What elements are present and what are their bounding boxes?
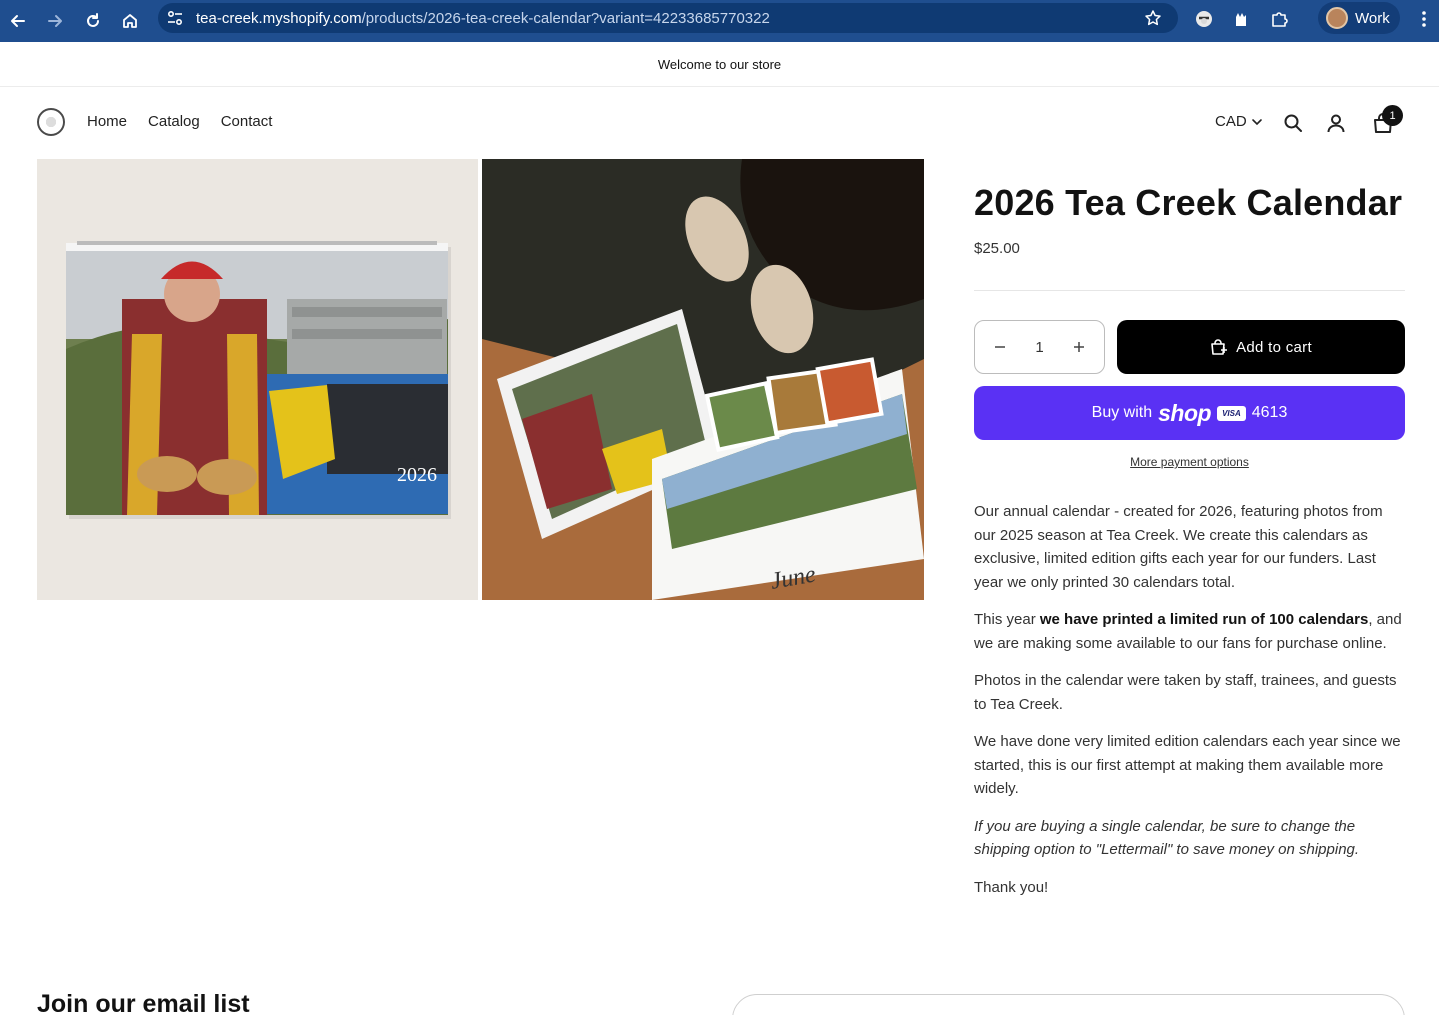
extensions-puzzle-icon[interactable] <box>1268 8 1290 30</box>
more-menu-icon[interactable] <box>1416 8 1432 30</box>
card-last4: 4613 <box>1251 404 1288 421</box>
add-to-cart-button[interactable]: Add to cart <box>1117 320 1405 374</box>
quantity-stepper[interactable]: 1 <box>974 320 1105 374</box>
chevron-down-icon <box>1251 118 1262 125</box>
description-paragraph-2: This year we have printed a limited run … <box>974 608 1406 655</box>
description-paragraph-5: If you are buying a single calendar, be … <box>974 815 1406 862</box>
description-paragraph-6: Thank you! <box>974 878 1049 896</box>
address-bar[interactable]: tea-creek.myshopify.com/products/2026-te… <box>158 3 1178 33</box>
nav-contact[interactable]: Contact <box>221 113 273 130</box>
image-year-label: 2026 <box>397 464 437 486</box>
browser-toolbar: tea-creek.myshopify.com/products/2026-te… <box>0 0 1439 42</box>
shipping-note: If you are buying a single calendar, be … <box>974 817 1360 859</box>
currency-selector[interactable]: CAD <box>1215 113 1263 130</box>
search-icon[interactable] <box>1283 113 1305 135</box>
main-nav: Home Catalog Contact <box>87 113 272 130</box>
add-to-cart-label: Add to cart <box>1236 338 1312 356</box>
quantity-decrease-button[interactable] <box>993 337 1007 358</box>
visa-card-icon: VISA <box>1217 405 1246 421</box>
nav-catalog[interactable]: Catalog <box>148 113 200 130</box>
home-icon[interactable] <box>118 9 142 33</box>
email-field[interactable] <box>732 994 1405 1015</box>
announcement-bar: Welcome to our store <box>0 42 1439 87</box>
shop-pay-logo: shop <box>1158 399 1212 426</box>
url-text[interactable]: tea-creek.myshopify.com/products/2026-te… <box>196 10 770 27</box>
store-logo[interactable] <box>37 108 65 136</box>
reload-icon[interactable] <box>81 9 105 33</box>
currency-label: CAD <box>1215 113 1247 130</box>
site-settings-icon[interactable] <box>166 10 184 26</box>
email-list-heading: Join our email list <box>37 990 250 1015</box>
profile-name: Work <box>1355 9 1390 27</box>
minus-icon <box>995 345 1005 348</box>
divider <box>974 290 1405 291</box>
avatar <box>1326 7 1348 29</box>
profile-button[interactable]: Work <box>1318 2 1400 34</box>
quantity-value[interactable]: 1 <box>1035 339 1043 356</box>
forward-arrow-icon[interactable] <box>43 9 67 33</box>
extension-icon[interactable] <box>1193 8 1215 30</box>
plus-icon <box>1074 341 1084 352</box>
cart-plus-icon <box>1211 339 1228 355</box>
extension-puzzle-glove-icon[interactable] <box>1230 8 1252 30</box>
description-p2-pre: This year <box>974 611 1040 628</box>
buy-with-label: Buy with <box>1091 404 1153 421</box>
more-payment-options-link[interactable]: More payment options <box>974 455 1405 469</box>
description-paragraph-3: Photos in the calendar were taken by sta… <box>974 672 1397 713</box>
url-domain: tea-creek.myshopify.com <box>196 10 362 27</box>
description-paragraph-4: We have done very limited edition calend… <box>974 733 1401 797</box>
product-title: 2026 Tea Creek Calendar <box>974 182 1403 223</box>
description-paragraph-1: Our annual calendar - created for 2026, … <box>974 503 1383 591</box>
product-price: $25.00 <box>974 240 1020 257</box>
description-p2-bold: we have printed a limited run of 100 cal… <box>1039 611 1369 628</box>
product-image-calendar[interactable]: 2026 <box>37 159 478 600</box>
product-image-calendar-with-dog[interactable]: June <box>482 159 924 600</box>
quantity-increase-button[interactable] <box>1072 337 1086 358</box>
product-description: Our annual calendar - created for 2026, … <box>974 500 1406 913</box>
bookmark-star-icon[interactable] <box>1144 9 1162 32</box>
cart-count-badge: 1 <box>1382 105 1403 126</box>
url-path: /products/2026-tea-creek-calendar?varian… <box>361 10 770 27</box>
back-arrow-icon[interactable] <box>6 9 30 33</box>
account-icon[interactable] <box>1326 113 1348 135</box>
announcement-text: Welcome to our store <box>657 56 782 72</box>
nav-home[interactable]: Home <box>87 113 127 130</box>
shop-pay-button[interactable]: Buy with shop VISA 4613 <box>974 386 1405 440</box>
